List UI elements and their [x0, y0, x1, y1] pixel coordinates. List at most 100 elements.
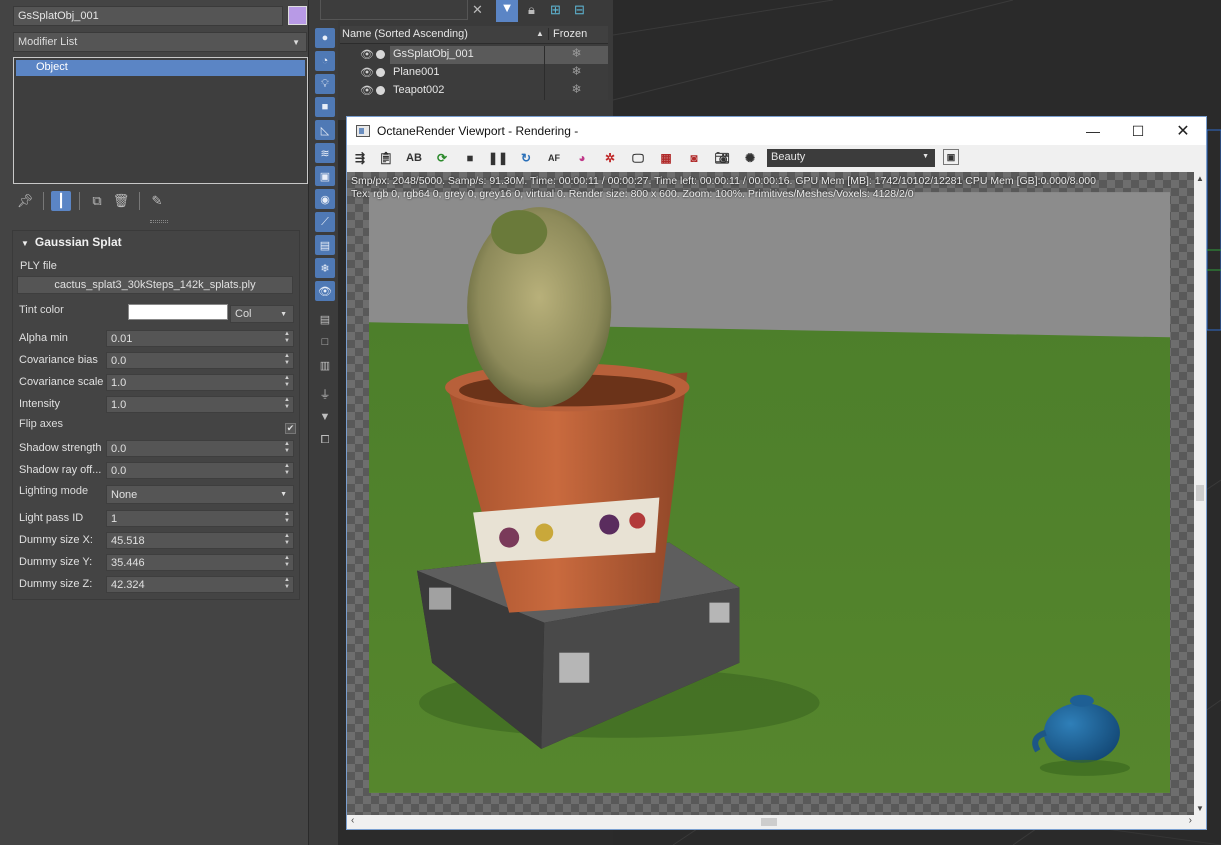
hidden-filter-icon[interactable]: 👁︎ [315, 281, 335, 301]
shapes-filter-icon[interactable]: ◔ [315, 51, 335, 71]
invert-selection-icon[interactable]: ▥ [315, 355, 335, 375]
flip-axes-checkbox[interactable]: ✔ [285, 423, 296, 434]
remove-modifier-icon[interactable]: 🗑︎ [111, 191, 131, 211]
table-row[interactable]: 👁︎ Plane001 ❄ [340, 64, 608, 82]
table-row[interactable]: 👁︎ Teapot002 ❄ [340, 82, 608, 100]
display-list-icon[interactable]: ▤ [315, 309, 335, 329]
param-spinner[interactable]: 35.446 ▲ ▼ [106, 554, 294, 571]
close-icon[interactable]: ✕ [1160, 117, 1206, 145]
bones-filter-icon[interactable]: ⟋ [315, 212, 335, 232]
table-row[interactable]: 👁︎ GsSplatObj_001 ❄ [340, 46, 608, 64]
tint-color-swatch[interactable] [128, 304, 228, 320]
color-picker-icon[interactable]: ◕ [573, 149, 591, 167]
pin-stack-icon[interactable]: 📌︎ [15, 191, 35, 211]
scrollbar-thumb[interactable] [761, 818, 777, 826]
spinner-arrows-icon[interactable]: ▲ ▼ [284, 441, 290, 455]
autofocus-icon[interactable]: AF [545, 149, 563, 167]
settings-icon[interactable]: ✺ [741, 149, 759, 167]
ply-file-button[interactable]: cactus_splat3_30kSteps_142k_splats.ply [17, 276, 293, 294]
snowflake-icon[interactable]: ❄ [544, 64, 608, 82]
send-scene-icon[interactable]: ⇶ [351, 149, 369, 167]
param-spinner[interactable]: 1.0 ▲ ▼ [106, 374, 294, 391]
layer-icon[interactable]: ⧠ [315, 430, 335, 450]
tint-mode-dropdown[interactable]: Col ▼ [230, 305, 294, 323]
explorer-search-field[interactable] [320, 0, 468, 20]
spinner-arrows-icon[interactable]: ▲ ▼ [284, 463, 290, 477]
spinner-arrows-icon[interactable]: ▲ ▼ [284, 397, 290, 411]
eye-icon[interactable]: 👁︎ [360, 48, 374, 61]
select-all-icon[interactable]: □ [315, 332, 335, 352]
minimize-icon[interactable]: — [1070, 117, 1116, 145]
spinner-arrows-icon[interactable]: ▲ ▼ [284, 511, 290, 525]
stop-render-icon[interactable]: ⏹ [461, 149, 479, 167]
object-color-swatch[interactable] [288, 6, 307, 25]
layer-hierarchy-icon[interactable]: ⊟ [574, 2, 585, 18]
window-titlebar[interactable]: OctaneRender Viewport - Rendering - — ☐ … [347, 117, 1206, 145]
scroll-left-icon[interactable]: ‹ [351, 815, 354, 826]
lighting-mode-dropdown[interactable]: None ▼ [106, 485, 294, 504]
ab-compare-icon[interactable]: AB [405, 149, 423, 167]
make-unique-icon[interactable]: ⧉ [87, 191, 107, 211]
column-name-header[interactable]: Name (Sorted Ascending) [342, 28, 468, 40]
scroll-right-icon[interactable]: › [1189, 815, 1192, 826]
configure-sets-icon[interactable]: ✎ [147, 191, 167, 211]
modifier-list-dropdown[interactable]: Modifier List ▼ [13, 32, 307, 52]
scroll-down-icon[interactable]: ▼ [1196, 804, 1204, 813]
filter-active-icon[interactable]: ▼ [496, 0, 518, 22]
spinner-arrows-icon[interactable]: ▲ ▼ [284, 533, 290, 547]
modifier-stack-item[interactable]: Object [16, 60, 305, 76]
geometry-filter-icon[interactable]: ● [315, 28, 335, 48]
eye-icon[interactable]: 👁︎ [360, 84, 374, 97]
spinner-arrows-icon[interactable]: ▲ ▼ [284, 331, 290, 345]
spinner-arrows-icon[interactable]: ▲ ▼ [284, 353, 290, 367]
render-dot-icon[interactable] [376, 68, 385, 77]
show-end-result-icon[interactable]: ┃ [51, 191, 71, 211]
column-frozen-header[interactable]: Frozen [548, 28, 587, 40]
eye-icon[interactable]: 👁︎ [360, 66, 374, 79]
image-options-icon[interactable]: ▣ [943, 149, 959, 165]
lock-camera-icon[interactable]: ◙ [685, 149, 703, 167]
maximize-icon[interactable]: ☐ [1115, 117, 1161, 145]
vertical-scrollbar[interactable]: ▲ ▼ [1194, 172, 1206, 815]
object-name-field[interactable]: GsSplatObj_001 [13, 6, 283, 26]
filter-settings-icon[interactable]: ⏚ [315, 384, 335, 404]
restart-render-icon[interactable]: ⟳ [433, 149, 451, 167]
render-canvas[interactable]: Smp/px: 2048/5000. Samp/s: 91.30M. Time:… [347, 172, 1196, 815]
param-spinner[interactable]: 45.518 ▲ ▼ [106, 532, 294, 549]
pause-render-icon[interactable]: ❚❚ [488, 149, 508, 167]
film-icon[interactable]: ▦ [657, 149, 675, 167]
param-spinner[interactable]: 42.324 ▲ ▼ [106, 576, 294, 593]
frozen-filter-icon[interactable]: ❄ [315, 258, 335, 278]
render-dot-icon[interactable] [376, 50, 385, 59]
panel-grip[interactable] [150, 220, 168, 223]
param-spinner[interactable]: 1.0 ▲ ▼ [106, 396, 294, 413]
clipboard-icon[interactable]: 📋︎ [377, 149, 395, 167]
hierarchy-icon[interactable]: ⊞ [550, 2, 561, 18]
spinner-arrows-icon[interactable]: ▲ ▼ [284, 555, 290, 569]
snowflake-icon[interactable]: ❄ [544, 46, 608, 64]
lock-icon[interactable]: 🔒︎ [528, 2, 535, 18]
cameras-filter-icon[interactable]: ■ [315, 97, 335, 117]
helpers-filter-icon[interactable]: ◺ [315, 120, 335, 140]
groups-filter-icon[interactable]: ▣ [315, 166, 335, 186]
scroll-up-icon[interactable]: ▲ [1196, 174, 1204, 183]
filter-icon[interactable]: ▼ [315, 407, 335, 427]
scrollbar-thumb[interactable] [1196, 485, 1204, 501]
region-render-icon[interactable]: ✲ [601, 149, 619, 167]
camera-icon[interactable]: 📷︎ [713, 149, 731, 167]
render-pass-dropdown[interactable]: Beauty ▼ [767, 149, 935, 167]
horizontal-scrollbar[interactable]: ‹ › [347, 815, 1196, 829]
refresh-icon[interactable]: ↻ [517, 149, 535, 167]
xrefs-filter-icon[interactable]: ◉ [315, 189, 335, 209]
spinner-arrows-icon[interactable]: ▲ ▼ [284, 375, 290, 389]
spinner-arrows-icon[interactable]: ▲ ▼ [284, 577, 290, 591]
lights-filter-icon[interactable]: 💡︎ [315, 74, 335, 94]
render-dot-icon[interactable] [376, 86, 385, 95]
param-spinner[interactable]: 0.01 ▲ ▼ [106, 330, 294, 347]
param-spinner[interactable]: 0.0 ▲ ▼ [106, 440, 294, 457]
param-spinner[interactable]: 0.0 ▲ ▼ [106, 462, 294, 479]
display-icon[interactable]: 🖵︎ [629, 149, 647, 167]
param-spinner[interactable]: 0.0 ▲ ▼ [106, 352, 294, 369]
containers-filter-icon[interactable]: ▤ [315, 235, 335, 255]
spacewarps-filter-icon[interactable]: ≋ [315, 143, 335, 163]
